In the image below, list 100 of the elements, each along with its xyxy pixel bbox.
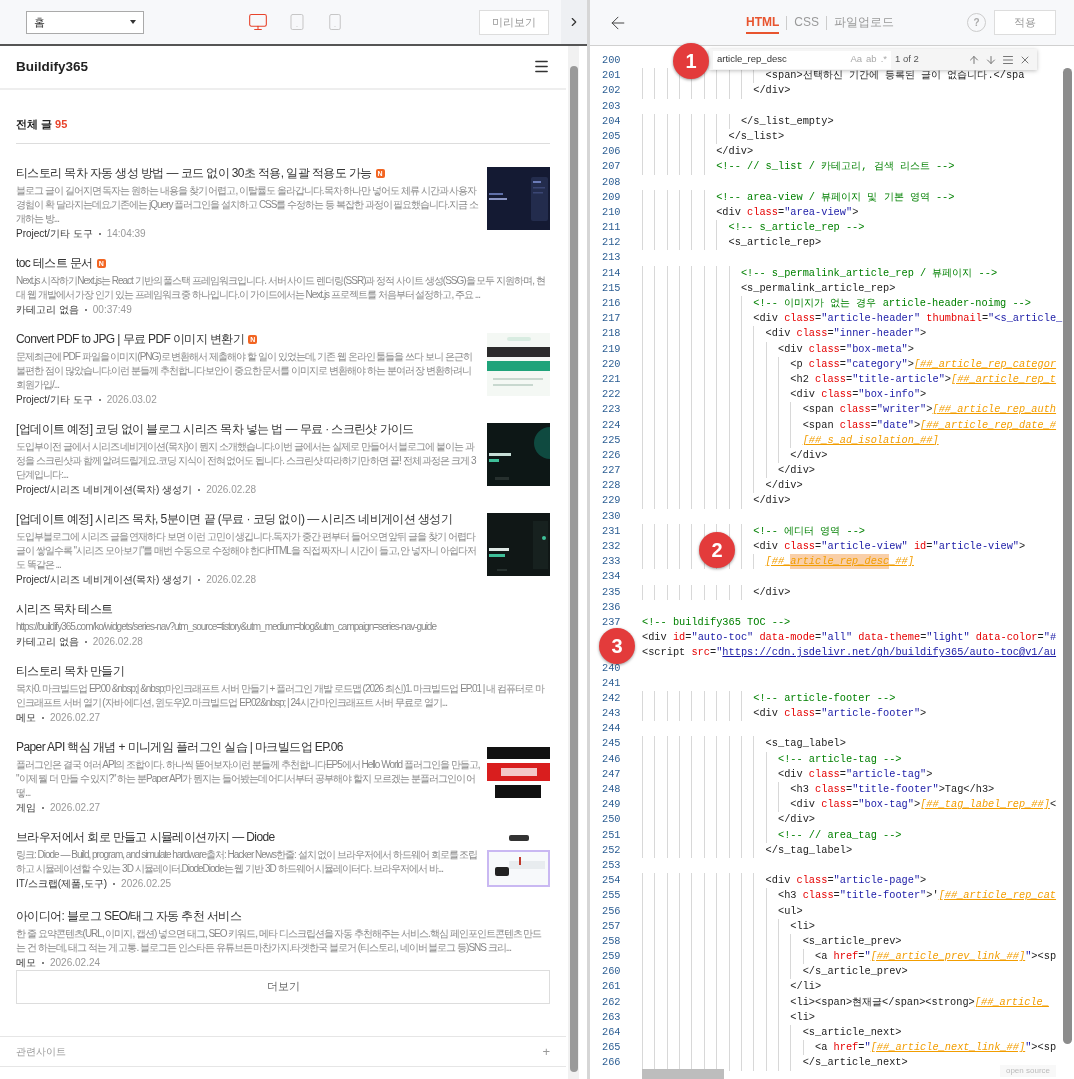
post-category[interactable]: 카테고리 없음 <box>16 635 79 650</box>
code-token: " <box>864 949 871 965</box>
line-number: 205 <box>602 129 621 142</box>
post-category[interactable]: Project/시리즈 네비게이션(목차) 생성기 <box>16 483 193 498</box>
match-count: 1 of 2 <box>895 52 919 67</box>
desktop-view-button[interactable] <box>248 12 268 32</box>
mobile-view-button[interactable] <box>326 13 344 31</box>
line-number: 231 <box>602 524 621 537</box>
line-number: 237 <box>602 615 621 628</box>
scrollbar[interactable] <box>568 46 579 1079</box>
line-number: 236 <box>602 600 621 613</box>
code-token: <span <box>802 402 835 418</box>
code-token: id <box>912 539 927 554</box>
post-title[interactable]: 시리즈 목차 테스트 <box>16 600 113 619</box>
code-token: = <box>833 888 840 904</box>
code-token: </div> <box>765 478 803 494</box>
site-title[interactable]: Buildify365 <box>16 56 89 77</box>
code-token: " <box>864 1040 871 1056</box>
code-token: [##_article_next_link_##] <box>870 1040 1026 1056</box>
line-number: 235 <box>602 585 621 598</box>
post-category[interactable]: IT/스크랩(제품,도구) <box>16 877 108 892</box>
post-category[interactable]: Project/기타 도구 <box>16 393 93 408</box>
code-token: "title-article" <box>852 371 945 387</box>
code-token: <script <box>642 645 687 661</box>
line-number: 207 <box>602 160 621 173</box>
previous-match-icon[interactable] <box>968 53 980 66</box>
line-number: 244 <box>602 722 621 735</box>
line-number: 200 <box>602 54 621 66</box>
post-category[interactable]: 메모 <box>16 956 36 971</box>
callout-badge: 2 <box>699 532 735 568</box>
code-token: class <box>839 417 871 433</box>
post-title[interactable]: 아이디어: 블로그 SEO/태그 자동 추천 서비스 <box>16 907 242 926</box>
code-token: <s_article_next> <box>802 1025 902 1040</box>
tablet-view-button[interactable] <box>288 13 306 31</box>
more-button[interactable]: 더보기 <box>16 970 550 1005</box>
code-token: = <box>852 387 859 403</box>
line-number: 208 <box>602 175 621 188</box>
lines-icon[interactable] <box>1002 53 1014 66</box>
footer-label: 관련사이트 <box>16 1045 66 1060</box>
post-category[interactable]: 메모 <box>16 711 36 726</box>
section-title: 전체 글 <box>16 116 53 132</box>
line-number: 211 <box>602 221 621 234</box>
code-token: class <box>815 371 846 387</box>
code-token: [##_article_rep_cat <box>938 888 1057 904</box>
post-title[interactable]: 티스토리 목차 만들기 <box>16 662 125 681</box>
post-title[interactable]: 브라우저에서 회로 만들고 시뮬레이션까지 — Diode <box>16 828 275 847</box>
code-token: "article-footer" <box>821 706 921 722</box>
code-token: <div <box>753 539 779 554</box>
post-excerpt: 링크: Diode — Build, program, and simulate hardware출처: Hacker News한줄: 설치 없이 브라우저에서 하드웨어 회로를 조립하고 시뮬레이션할 수 있는 3D 시뮬레이터.DiodeDiode는 웹 기반 3D 하드웨어 시뮬레이터다. 브라우저에서 바... <box>16 848 479 877</box>
code-token: = <box>845 782 853 797</box>
post-category[interactable]: Project/시리즈 네비게이션(목차) 생성기 <box>16 573 193 588</box>
code-token: <!-- 에디터 영역 --> <box>753 523 866 539</box>
code-token: data-theme <box>857 630 921 646</box>
collapse-panel-button[interactable] <box>561 0 587 44</box>
line-number: 215 <box>602 281 621 294</box>
line-number: 219 <box>602 342 621 355</box>
code-token: <div <box>765 873 792 889</box>
page-select[interactable]: 홈 <box>26 10 144 34</box>
line-number: 257 <box>602 919 621 932</box>
line-number: 234 <box>602 570 621 583</box>
code-token: "writer" <box>876 402 927 418</box>
scrollbar-thumb[interactable] <box>1062 68 1072 1044</box>
next-match-icon[interactable] <box>985 53 997 66</box>
post-title[interactable]: Paper API 핵심 개념 + 미니게임 플러그인 실습 | 마크빌드업 EP.06 <box>16 738 343 757</box>
post-category[interactable]: Project/기타 도구 <box>16 227 93 242</box>
line-number: 250 <box>602 813 621 826</box>
post-count: 95 <box>55 116 68 132</box>
code-token: = <box>839 766 846 782</box>
line-number: 254 <box>602 874 621 887</box>
code-token: [##_article_rep_categor <box>913 356 1057 372</box>
code-token: = <box>981 311 989 327</box>
code-token: < <box>1049 797 1057 813</box>
code-token: ><sp <box>1031 949 1057 965</box>
code-token: > <box>920 387 927 403</box>
code-token: > <box>907 356 914 372</box>
code-token: "box-info" <box>858 387 921 403</box>
code-token: <!-- article-footer --> <box>753 690 896 706</box>
line-number: 217 <box>602 312 621 325</box>
line-number: 248 <box>602 783 621 795</box>
code-token: = <box>920 630 927 646</box>
post-category[interactable]: 카테고리 없음 <box>16 303 79 318</box>
code-token: <!-- s_article_rep --> <box>728 220 865 236</box>
post-title[interactable]: Convert PDF to JPG | 무료 PDF 이미지 변환기 <box>16 330 245 349</box>
code-token: </s_list> <box>728 128 785 144</box>
post-title[interactable]: toc 테스트 문서 <box>16 254 93 273</box>
code-token: "article-view" <box>932 539 1019 554</box>
code-token: <li><span>현재글</span><strong> <box>790 994 975 1010</box>
post-category[interactable]: 게임 <box>16 801 36 816</box>
post-title[interactable]: [업데이트 예정] 시리즈 목차, 5분이면 끝 (무료 · 코딩 없이) — 시리즈 네비게이션 생성기 <box>16 510 453 529</box>
code-token: <div <box>765 326 792 342</box>
post-title[interactable]: 티스토리 목차 자동 생성 방법 — 코드 없이 30초 적용, 일괄 적용도 가능 <box>16 164 372 183</box>
line-number: 232 <box>602 540 621 552</box>
post-title[interactable]: [업데이트 예정] 코딩 없이 블로그 시리즈 목차 넣는 법 — 무료 · 스크린샷 가이드 <box>16 420 414 439</box>
horizontal-scrollbar-thumb[interactable] <box>642 1069 724 1079</box>
line-number: 212 <box>602 236 621 249</box>
line-number: 220 <box>602 357 621 370</box>
line-number: 223 <box>602 403 621 416</box>
code-token: data-color <box>974 630 1038 646</box>
code-token: class <box>796 326 828 342</box>
code-token: = <box>1037 630 1044 646</box>
